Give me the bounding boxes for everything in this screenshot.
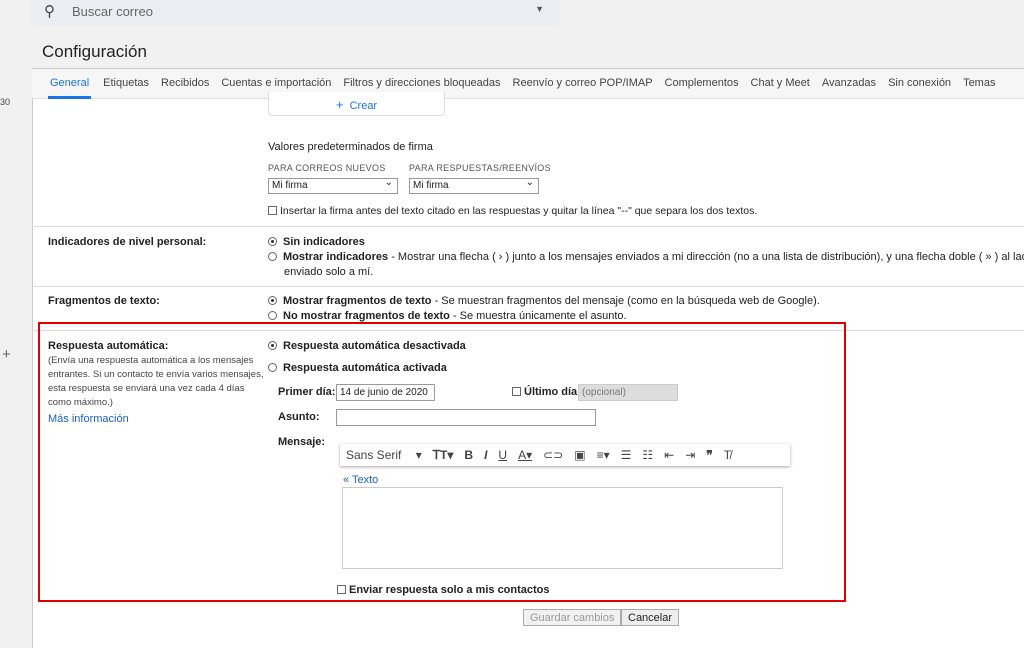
tab-10[interactable]: Temas — [963, 69, 995, 99]
first-day-input[interactable]: 14 de junio de 2020 — [336, 384, 435, 401]
radio-icon[interactable] — [268, 363, 277, 372]
tab-5[interactable]: Reenvío y correo POP/IMAP — [513, 69, 653, 99]
first-day-label: Primer día: — [278, 386, 336, 398]
subject-label: Asunto: — [278, 411, 320, 423]
contacts-only-label: Enviar respuesta solo a mis contactos — [349, 584, 550, 596]
tab-8[interactable]: Avanzadas — [822, 69, 876, 99]
last-day-label: Último día: — [524, 386, 581, 398]
last-day-checkbox[interactable] — [512, 387, 521, 396]
cancel-button[interactable]: Cancelar — [621, 609, 680, 626]
plain-text-link[interactable]: « Texto — [343, 474, 378, 486]
search-options-icon[interactable]: ▼ — [535, 4, 544, 14]
last-day-option: Último día: — [512, 386, 581, 398]
numbered-list-icon[interactable]: ☰ — [621, 448, 632, 462]
new-mail-label: PARA CORREOS NUEVOS — [268, 163, 386, 173]
count-label: 30 — [0, 97, 11, 107]
bold-icon[interactable]: B — [464, 448, 473, 462]
font-select[interactable]: Sans Serif ▾ — [346, 448, 422, 462]
create-signature-button[interactable]: + Crear — [268, 92, 445, 116]
radio-icon[interactable] — [268, 252, 277, 261]
indicators-label: Indicadores de nivel personal: — [48, 236, 207, 248]
message-editor[interactable] — [342, 487, 783, 569]
tab-1[interactable]: Etiquetas — [103, 69, 149, 99]
snippets-option-hide[interactable]: No mostrar fragmentos de texto - Se mues… — [268, 310, 627, 322]
autoreply-on-option[interactable]: Respuesta automática activada — [268, 362, 447, 374]
select-value: Mi firma — [413, 180, 449, 191]
autoreply-description: (Envía una respuesta automática a los me… — [48, 355, 264, 408]
reply-signature-select[interactable]: Mi firma — [409, 177, 539, 194]
contacts-only-checkbox[interactable] — [337, 585, 346, 594]
create-label: Crear — [349, 100, 378, 112]
indicators-option-show[interactable]: Mostrar indicadores - Mostrar una flecha… — [268, 250, 1024, 280]
tab-7[interactable]: Chat y Meet — [751, 69, 810, 99]
left-sidebar — [0, 0, 30, 640]
search-input[interactable]: Buscar correo — [72, 4, 153, 19]
search-bar[interactable]: ⚲ Buscar correo ▼ — [30, 0, 560, 26]
remove-formatting-icon[interactable]: T̸ — [724, 448, 731, 462]
text-color-icon[interactable]: A▾ — [518, 448, 532, 462]
snippets-option-show[interactable]: Mostrar fragmentos de texto - Se muestra… — [268, 295, 820, 307]
plus-icon: + — [335, 97, 344, 112]
divider — [32, 286, 1024, 287]
contacts-only-option: Enviar respuesta solo a mis contactos — [337, 584, 550, 596]
indicators-option-none[interactable]: Sin indicadores — [268, 236, 365, 248]
image-icon[interactable]: ▣ — [574, 448, 585, 462]
signature-defaults-title: Valores predeterminados de firma — [268, 141, 433, 153]
tab-9[interactable]: Sin conexión — [888, 69, 951, 99]
insert-before-option: Insertar la firma antes del texto citado… — [268, 205, 757, 217]
snippets-label: Fragmentos de texto: — [48, 295, 160, 307]
formatting-toolbar: Sans Serif ▾ ꓔT▾ B I U A▾ ⊂⊃ ▣ ≡▾ ☰ ☷ ⇤ … — [340, 444, 790, 466]
new-mail-signature-select[interactable]: Mi firma — [268, 177, 398, 194]
link-icon[interactable]: ⊂⊃ — [543, 448, 563, 462]
indent-less-icon[interactable]: ⇤ — [664, 448, 674, 462]
divider — [32, 226, 1024, 227]
settings-tabs: General Etiquetas Recibidos Cuentas e impor… — [32, 69, 1024, 99]
last-day-input[interactable]: (opcional) — [578, 384, 678, 401]
autoreply-off-option[interactable]: Respuesta automática desactivada — [268, 340, 466, 352]
save-button[interactable]: Guardar cambios — [523, 609, 622, 626]
search-icon[interactable]: ⚲ — [44, 2, 55, 20]
message-label: Mensaje: — [278, 436, 326, 448]
tab-2[interactable]: Recibidos — [161, 69, 209, 99]
radio-icon[interactable] — [268, 296, 277, 305]
bulleted-list-icon[interactable]: ☷ — [642, 448, 653, 462]
italic-icon[interactable]: I — [484, 448, 487, 462]
indent-more-icon[interactable]: ⇥ — [685, 448, 695, 462]
font-size-icon[interactable]: ꓔT▾ — [433, 448, 454, 462]
reply-label: PARA RESPUESTAS/REENVÍOS — [409, 163, 551, 173]
tab-0[interactable]: General — [48, 69, 92, 99]
insert-before-checkbox[interactable] — [268, 206, 277, 215]
radio-icon[interactable] — [268, 341, 277, 350]
underline-icon[interactable]: U — [498, 448, 507, 462]
radio-icon[interactable] — [268, 237, 277, 246]
add-icon[interactable]: + — [2, 346, 11, 363]
more-info-link[interactable]: Más información — [48, 413, 129, 425]
autoreply-label: Respuesta automática: — [48, 340, 169, 352]
subject-input[interactable] — [336, 409, 596, 426]
insert-before-label: Insertar la firma antes del texto citado… — [280, 205, 758, 217]
select-value: Mi firma — [272, 180, 308, 191]
quote-icon[interactable]: ❞ — [706, 448, 712, 462]
page-title: Configuración — [42, 42, 147, 61]
radio-icon[interactable] — [268, 311, 277, 320]
tab-6[interactable]: Complementos — [665, 69, 739, 99]
align-icon[interactable]: ≡▾ — [597, 448, 610, 462]
